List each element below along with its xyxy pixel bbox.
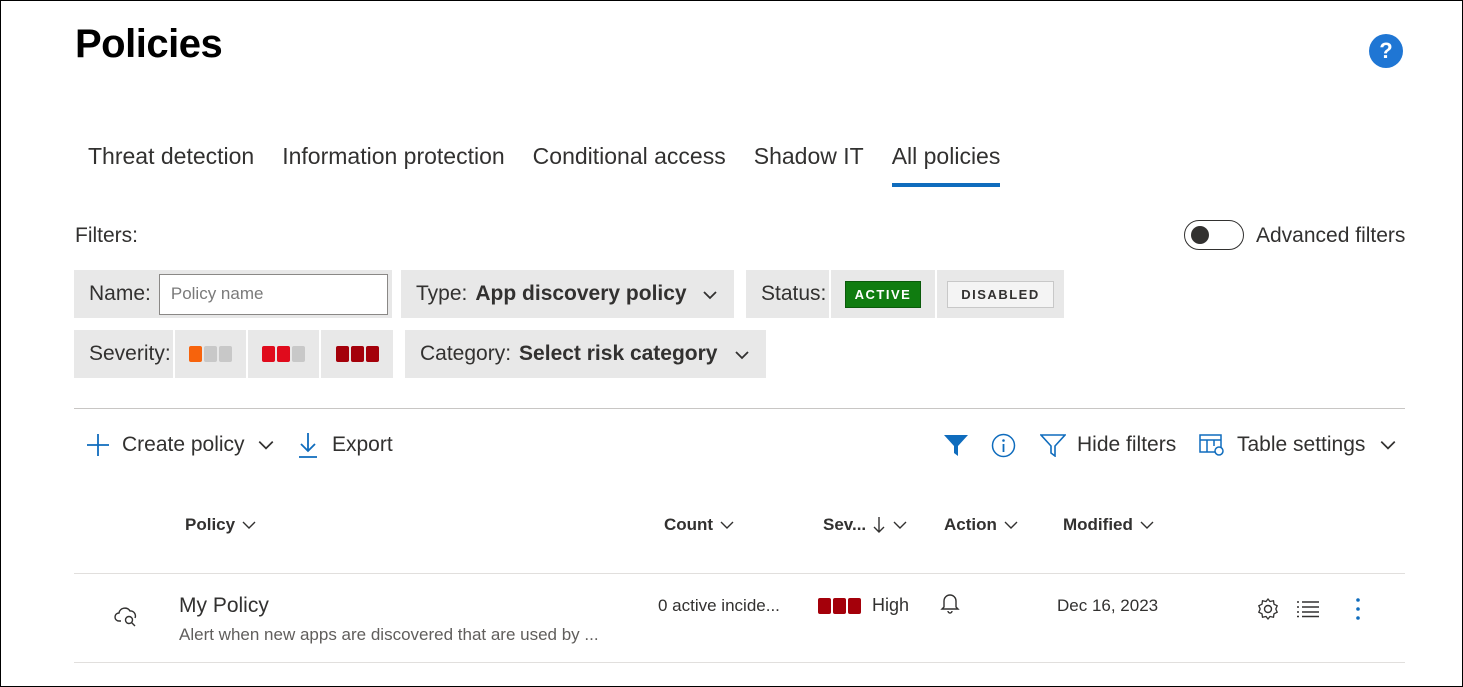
severity-bar: [189, 346, 202, 362]
tab-shadow-it[interactable]: Shadow IT: [754, 140, 864, 188]
info-icon[interactable]: [991, 430, 1016, 460]
gear-icon[interactable]: [1256, 597, 1280, 621]
severity-bar: [848, 598, 861, 614]
column-header-label: Policy: [185, 515, 236, 534]
export-label: Export: [332, 433, 393, 456]
severity-low-option[interactable]: [175, 330, 246, 378]
severity-bar: [204, 346, 217, 362]
column-header-label: Action: [944, 515, 997, 534]
severity-high-option[interactable]: [321, 330, 393, 378]
severity-medium-option[interactable]: [248, 330, 319, 378]
severity-indicator: [818, 598, 863, 614]
chevron-down-icon: [893, 521, 907, 529]
more-options-icon[interactable]: [1354, 597, 1362, 621]
column-header-modified[interactable]: Modified: [1063, 515, 1155, 535]
bell-icon: [940, 594, 960, 614]
column-header-label: Count: [664, 515, 714, 534]
category-filter-dropdown[interactable]: Category: Select risk category: [405, 330, 766, 378]
tab-information-protection[interactable]: Information protection: [282, 140, 504, 188]
policy-description: Alert when new apps are discovered that …: [179, 625, 599, 644]
severity-bar: [335, 346, 349, 362]
status-active-badge: ACTIVE: [844, 280, 922, 308]
type-filter-label: Type:: [416, 282, 468, 305]
table-settings-button[interactable]: Table settings: [1199, 430, 1397, 460]
chevron-down-icon: [242, 521, 256, 529]
download-icon: [299, 433, 317, 458]
filter-icon: [1040, 434, 1066, 457]
severity-bar: [292, 346, 305, 362]
column-header-action[interactable]: Action: [944, 515, 1019, 535]
tab-conditional-access[interactable]: Conditional access: [533, 140, 726, 188]
chevron-down-icon: [1381, 441, 1396, 450]
severity-bar: [833, 598, 846, 614]
category-filter-label: Category:: [420, 342, 512, 365]
policy-name[interactable]: My Policy: [179, 594, 269, 618]
type-filter-dropdown[interactable]: Type: App discovery policy: [401, 270, 734, 318]
advanced-filters-label: Advanced filters: [1256, 224, 1406, 247]
list-icon[interactable]: [1296, 600, 1320, 618]
status-disabled-option[interactable]: DISABLED: [937, 270, 1064, 318]
policy-modified: Dec 16, 2023: [1057, 596, 1159, 615]
chevron-down-icon: [1140, 521, 1154, 529]
filter-active-icon[interactable]: [943, 430, 969, 460]
severity-bar: [818, 598, 831, 614]
name-filter-label: Name:: [89, 282, 151, 305]
column-header-label: Modified: [1063, 515, 1133, 534]
plus-icon: [87, 434, 109, 456]
create-policy-button[interactable]: Create policy: [86, 430, 275, 460]
category-filter-value: Select risk category: [519, 342, 718, 365]
severity-bar: [262, 346, 275, 362]
status-filter: Status:: [746, 270, 829, 318]
status-active-option[interactable]: ACTIVE: [831, 270, 935, 318]
tab-bar: Threat detection Information protection …: [88, 140, 1028, 188]
column-header-severity[interactable]: Sev...: [823, 515, 908, 535]
severity-bar: [219, 346, 232, 362]
table-row[interactable]: My Policy Alert when new apps are discov…: [74, 574, 1405, 662]
chevron-down-icon: [720, 521, 734, 529]
policy-severity-label: High: [872, 595, 910, 615]
name-filter: Name:: [74, 270, 392, 318]
chevron-down-icon: [258, 441, 273, 450]
row-divider: [74, 662, 1405, 663]
toggle-knob: [1191, 226, 1209, 244]
tab-threat-detection[interactable]: Threat detection: [88, 140, 254, 188]
type-filter-value: App discovery policy: [475, 282, 687, 305]
chevron-down-icon: [1004, 521, 1018, 529]
advanced-filters-toggle[interactable]: [1184, 220, 1244, 250]
status-disabled-badge: DISABLED: [947, 280, 1054, 308]
severity-bar: [350, 346, 364, 362]
chevron-down-icon: [703, 291, 717, 300]
severity-bar: [277, 346, 290, 362]
filters-label: Filters:: [75, 224, 138, 247]
create-policy-label: Create policy: [122, 433, 245, 456]
chevron-down-icon: [735, 351, 749, 360]
column-header-policy[interactable]: Policy: [185, 515, 257, 535]
tab-all-policies[interactable]: All policies: [891, 140, 1000, 188]
status-filter-label: Status:: [761, 282, 827, 305]
export-button[interactable]: Export: [298, 430, 393, 460]
filters-divider: [74, 408, 1405, 409]
column-header-label: Sev...: [823, 515, 867, 534]
policy-count[interactable]: 0 active incide...: [658, 596, 780, 616]
help-icon[interactable]: ?: [1369, 34, 1403, 68]
hide-filters-label: Hide filters: [1077, 433, 1177, 456]
severity-bar: [365, 346, 379, 362]
severity-filter: Severity:: [74, 330, 173, 378]
table-settings-icon: [1199, 434, 1224, 456]
policy-name-input[interactable]: [158, 273, 388, 315]
cloud-search-icon: [114, 607, 137, 627]
severity-filter-label: Severity:: [89, 342, 171, 365]
sort-descending-icon: [873, 517, 885, 533]
column-header-count[interactable]: Count: [664, 515, 735, 535]
table-settings-label: Table settings: [1237, 433, 1366, 456]
page-title: Policies: [75, 22, 223, 66]
hide-filters-button[interactable]: Hide filters: [1040, 430, 1176, 460]
